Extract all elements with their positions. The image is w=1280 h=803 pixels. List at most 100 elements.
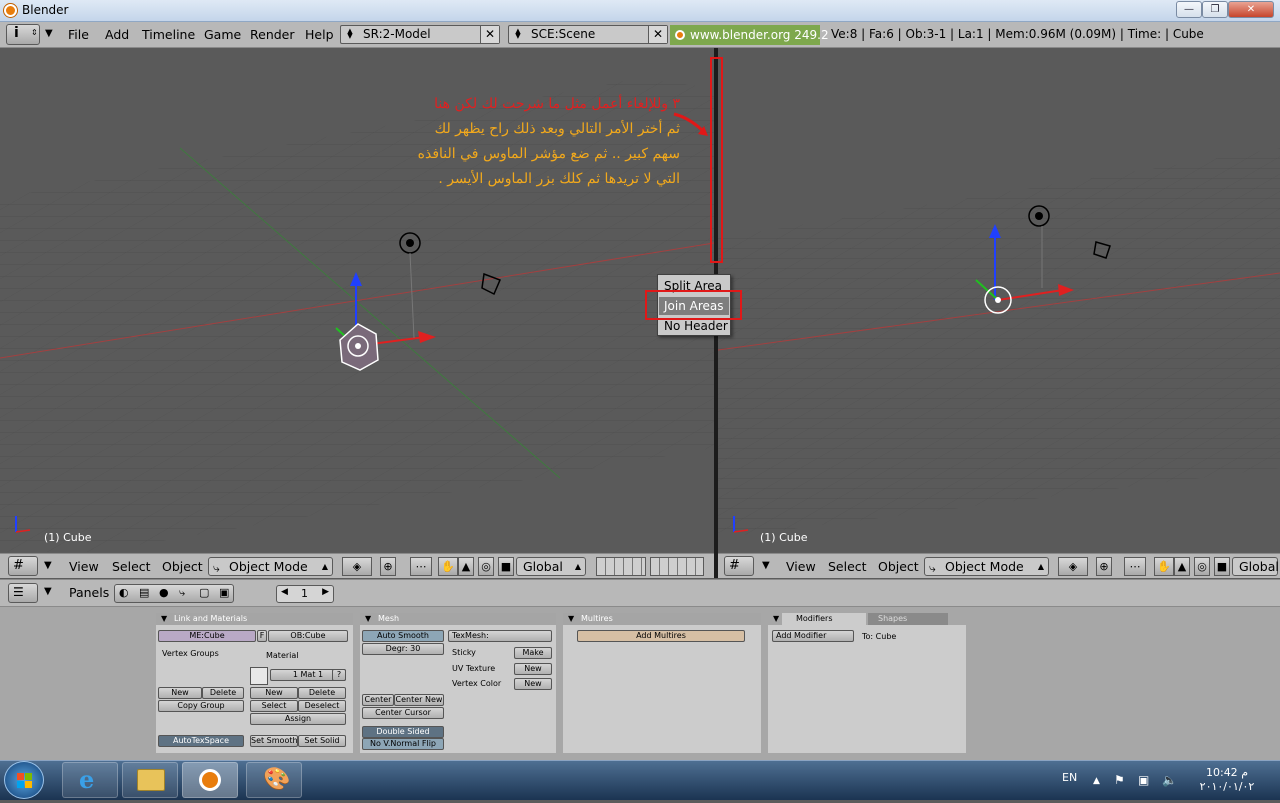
maximize-button[interactable]: ❐ (1202, 1, 1228, 18)
menu-select[interactable]: Select (828, 559, 867, 574)
close-icon[interactable]: ✕ (648, 26, 667, 43)
editor-type-button[interactable]: # (724, 556, 754, 576)
menu-object[interactable]: Object (162, 559, 203, 574)
set-smooth-button[interactable]: Set Smooth (250, 735, 298, 747)
script-icon[interactable]: ● (159, 586, 169, 599)
collapse-icon[interactable]: ▼ (365, 613, 371, 625)
menu-file[interactable]: File (68, 27, 89, 42)
material-help-button[interactable]: ? (332, 669, 346, 681)
menu-help[interactable]: Help (305, 27, 334, 42)
orientation-selector[interactable]: Global (1232, 557, 1279, 576)
volume-icon[interactable]: 🔈 (1162, 773, 1177, 787)
no-vnormal-flip-toggle[interactable]: No V.Normal Flip (362, 738, 444, 750)
tab-modifiers[interactable]: Modifiers (782, 613, 866, 625)
panel-header[interactable]: ▼ Link and Materials (156, 613, 353, 625)
copy-group-button[interactable]: Copy Group (158, 700, 244, 712)
menu-render[interactable]: Render (250, 27, 295, 42)
taskbar-blender[interactable] (182, 762, 238, 798)
editor-type-button[interactable]: # (8, 556, 38, 576)
taskbar-paint[interactable]: 🎨 (246, 762, 302, 798)
rotate-icon[interactable]: ◎ (1194, 557, 1210, 576)
collapse-icon[interactable]: ▼ (568, 613, 574, 625)
panel-header[interactable]: ▼ Mesh (360, 613, 556, 625)
collapse-menu-icon[interactable]: ▼ (45, 28, 53, 39)
object-icon[interactable]: ⤷ (179, 586, 185, 600)
taskbar-explorer[interactable] (122, 762, 178, 798)
panel-header[interactable]: ▼ Multires (563, 613, 761, 625)
tab-shapes[interactable]: Shapes (868, 613, 948, 625)
center-new-button[interactable]: Center New (394, 694, 444, 706)
scene-icon[interactable]: ▣ (219, 586, 229, 599)
vgroup-delete-button[interactable]: Delete (202, 687, 244, 699)
snap-icon[interactable]: ⋯ (410, 557, 432, 576)
pivot-icon[interactable]: ⊕ (380, 557, 396, 576)
viewport-right[interactable]: (1) Cube (718, 48, 1280, 552)
add-modifier-button[interactable]: Add Modifier (772, 630, 854, 642)
tray-expand-icon[interactable]: ▲ (1093, 776, 1100, 786)
scale-icon[interactable]: ■ (1214, 557, 1230, 576)
hand-icon[interactable]: ✋ (1154, 557, 1174, 576)
menu-panels[interactable]: Panels (69, 585, 109, 600)
menu-add[interactable]: Add (105, 27, 129, 42)
logic-icon[interactable]: ▤ (139, 586, 149, 599)
close-button[interactable]: ✕ (1228, 1, 1274, 18)
collapse-icon[interactable]: ▼ (773, 613, 779, 625)
material-assign-button[interactable]: Assign (250, 713, 346, 725)
rotate-icon[interactable]: ◎ (478, 557, 494, 576)
screen-selector[interactable]: ▲ ▼ SR:2-Model ✕ (340, 25, 500, 44)
double-sided-toggle[interactable]: Double Sided (362, 726, 444, 738)
mesh-name-field[interactable]: ME:Cube (158, 630, 256, 642)
orientation-selector[interactable]: Global ▲▼ (516, 557, 586, 588)
network-icon[interactable]: ▣ (1138, 773, 1149, 787)
material-deselect-button[interactable]: Deselect (298, 700, 346, 712)
menu-view[interactable]: View (69, 559, 99, 574)
collapse-icon[interactable]: ▼ (161, 613, 167, 625)
layer-buttons[interactable] (650, 557, 704, 576)
autotexspace-toggle[interactable]: AutoTexSpace (158, 735, 244, 747)
menu-object[interactable]: Object (878, 559, 919, 574)
arrow-right-icon[interactable]: ▶ (322, 587, 329, 597)
snap-icon[interactable]: ⋯ (1124, 557, 1146, 576)
taskbar-clock[interactable]: 10:42 م ٢٠١٠/٠١/٠٢ (1192, 766, 1262, 794)
material-delete-button[interactable]: Delete (298, 687, 346, 699)
minimize-button[interactable]: — (1176, 1, 1202, 18)
texmesh-field[interactable]: TexMesh: (448, 630, 552, 642)
menu-select[interactable]: Select (112, 559, 151, 574)
editor-type-button[interactable]: i ⇕ (6, 24, 40, 45)
close-icon[interactable]: ✕ (480, 26, 499, 43)
uv-texture-new-button[interactable]: New (514, 663, 552, 675)
menu-timeline[interactable]: Timeline (142, 27, 195, 42)
material-new-button[interactable]: New (250, 687, 298, 699)
center-button[interactable]: Center (362, 694, 394, 706)
set-solid-button[interactable]: Set Solid (298, 735, 346, 747)
collapse-menu-icon[interactable]: ▼ (44, 586, 52, 597)
pivot-icon[interactable]: ⊕ (1096, 557, 1112, 576)
hand-icon[interactable]: ✋ (438, 557, 458, 576)
auto-smooth-toggle[interactable]: Auto Smooth (362, 630, 444, 642)
vgroup-new-button[interactable]: New (158, 687, 202, 699)
material-color-swatch[interactable] (250, 667, 268, 685)
translate-icon[interactable]: ▲ (1174, 557, 1190, 576)
collapse-menu-icon[interactable]: ▼ (762, 560, 770, 571)
material-select-button[interactable]: Select (250, 700, 298, 712)
degree-slider[interactable]: Degr: 30 (362, 643, 444, 655)
vertex-color-new-button[interactable]: New (514, 678, 552, 690)
translate-icon[interactable]: ▲ (458, 557, 474, 576)
center-cursor-button[interactable]: Center Cursor (362, 707, 444, 719)
language-indicator[interactable]: EN (1062, 771, 1077, 784)
draw-type-button[interactable]: ◈ (342, 557, 372, 576)
context-buttons[interactable]: ◐ ▤ ● ⤷ ▢ ▣ (114, 584, 234, 603)
scene-selector[interactable]: ▲ ▼ SCE:Scene ✕ (508, 25, 668, 44)
fake-user-button[interactable]: F (257, 630, 267, 642)
menu-view[interactable]: View (786, 559, 816, 574)
shading-icon[interactable]: ◐ (119, 586, 129, 599)
menu-game[interactable]: Game (204, 27, 241, 42)
taskbar-internet-explorer[interactable]: e (62, 762, 118, 798)
editing-icon[interactable]: ▢ (199, 586, 209, 599)
mode-selector[interactable]: ⤷ Object Mode ▲▼ (924, 557, 1049, 588)
add-multires-button[interactable]: Add Multires (577, 630, 745, 642)
sticky-make-button[interactable]: Make (514, 647, 552, 659)
object-name-field[interactable]: OB:Cube (268, 630, 348, 642)
scale-icon[interactable]: ■ (498, 557, 514, 576)
layer-buttons[interactable] (596, 557, 646, 576)
